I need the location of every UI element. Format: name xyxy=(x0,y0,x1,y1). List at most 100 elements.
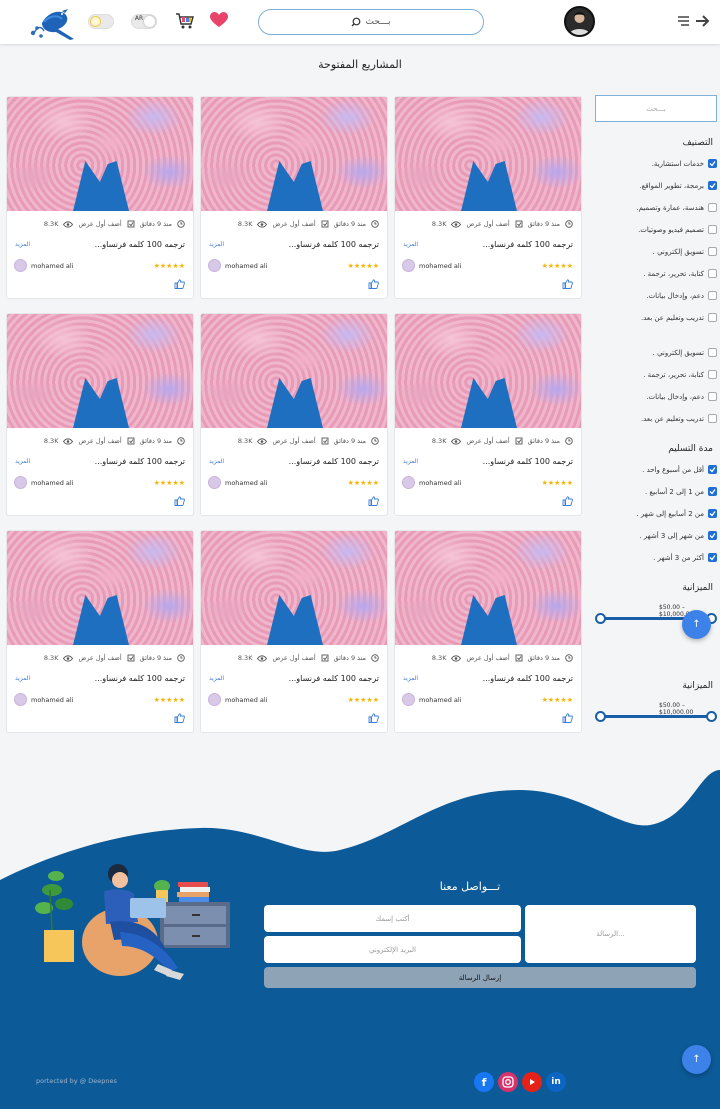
checkbox-box[interactable] xyxy=(708,553,717,562)
checkbox-box[interactable] xyxy=(708,531,717,540)
budget-min-handle[interactable] xyxy=(595,613,606,624)
project-owner[interactable]: mohamed ali xyxy=(14,693,74,706)
project-card[interactable]: منذ 9 دقائق أضف أول عرض 8.3K ترجمه 100 ك… xyxy=(6,530,194,733)
more-link[interactable]: المزيد xyxy=(403,458,418,465)
menu-icon[interactable] xyxy=(676,14,710,28)
user-avatar[interactable] xyxy=(564,6,595,37)
theme-toggle[interactable] xyxy=(88,14,114,29)
checkbox-box[interactable] xyxy=(708,225,717,234)
more-link[interactable]: المزيد xyxy=(15,675,30,682)
name-field[interactable]: أكتب إسمك xyxy=(264,905,521,932)
project-card[interactable]: منذ 9 دقائق أضف أول عرض 8.3K ترجمه 100 ك… xyxy=(6,96,194,299)
project-title[interactable]: ترجمه 100 كلمه فرنساو... xyxy=(483,674,573,683)
checkbox-box[interactable] xyxy=(708,159,717,168)
project-owner[interactable]: mohamed ali xyxy=(208,476,268,489)
more-link[interactable]: المزيد xyxy=(209,241,224,248)
filter-checkbox[interactable]: أكثر من 3 أشهر . xyxy=(653,553,717,562)
filter-checkbox[interactable]: تسويق إلكتروني . xyxy=(653,348,717,357)
more-link[interactable]: المزيد xyxy=(15,458,30,465)
more-link[interactable]: المزيد xyxy=(403,675,418,682)
filter-checkbox[interactable]: دعم، وإدخال بيانات. xyxy=(646,392,717,401)
checkbox-box[interactable] xyxy=(708,370,717,379)
bird-logo-icon[interactable] xyxy=(28,3,82,41)
filter-checkbox[interactable]: تصميم فيديو وصوتيات. xyxy=(638,225,717,234)
filter-checkbox[interactable]: من 1 إلى 2 أسابيع . xyxy=(645,487,717,496)
youtube-icon[interactable] xyxy=(522,1072,542,1092)
heart-icon[interactable] xyxy=(210,12,228,28)
instagram-icon[interactable] xyxy=(498,1072,518,1092)
project-owner[interactable]: mohamed ali xyxy=(14,259,74,272)
cart-icon[interactable] xyxy=(175,12,195,30)
checkbox-box[interactable] xyxy=(708,348,717,357)
budget-slider-2[interactable] xyxy=(595,711,717,722)
filter-checkbox[interactable]: من 2 أسابيع إلى شهر . xyxy=(636,509,717,518)
checkbox-box[interactable] xyxy=(708,509,717,518)
project-owner[interactable]: mohamed ali xyxy=(14,476,74,489)
thumbs-up-icon[interactable] xyxy=(174,496,185,506)
thumbs-up-icon[interactable] xyxy=(562,496,573,506)
thumbs-up-icon[interactable] xyxy=(562,279,573,289)
more-link[interactable]: المزيد xyxy=(15,241,30,248)
checkbox-box[interactable] xyxy=(708,247,717,256)
checkbox-box[interactable] xyxy=(708,203,717,212)
linkedin-icon[interactable]: in xyxy=(546,1072,566,1092)
filter-checkbox[interactable]: تدريب وتعليم عن بعد. xyxy=(641,313,717,322)
filter-checkbox[interactable]: أقل من أسبوع واحد . xyxy=(642,465,717,474)
project-title[interactable]: ترجمه 100 كلمه فرنساو... xyxy=(289,240,379,249)
budget-max-handle-2[interactable] xyxy=(706,711,717,722)
email-field[interactable]: البريد الإلكتروني xyxy=(264,936,521,963)
checkbox-box[interactable] xyxy=(708,487,717,496)
checkbox-box[interactable] xyxy=(708,181,717,190)
message-field[interactable]: الرسالة... xyxy=(525,905,696,963)
budget-min-handle-2[interactable] xyxy=(595,711,606,722)
project-title[interactable]: ترجمه 100 كلمه فرنساو... xyxy=(289,457,379,466)
project-card[interactable]: منذ 9 دقائق أضف أول عرض 8.3K ترجمه 100 ك… xyxy=(394,313,582,516)
project-card[interactable]: منذ 9 دقائق أضف أول عرض 8.3K ترجمه 100 ك… xyxy=(200,313,388,516)
project-card[interactable]: منذ 9 دقائق أضف أول عرض 8.3K ترجمه 100 ك… xyxy=(394,96,582,299)
project-card[interactable]: منذ 9 دقائق أضف أول عرض 8.3K ترجمه 100 ك… xyxy=(394,530,582,733)
checkbox-box[interactable] xyxy=(708,414,717,423)
filter-checkbox[interactable]: تسويق إلكتروني . xyxy=(653,247,717,256)
filter-checkbox[interactable]: تدريب وتعليم عن بعد. xyxy=(641,414,717,423)
sidebar-search-input[interactable]: بـــحث xyxy=(595,95,717,122)
more-link[interactable]: المزيد xyxy=(209,458,224,465)
thumbs-up-icon[interactable] xyxy=(368,713,379,723)
thumbs-up-icon[interactable] xyxy=(562,713,573,723)
project-card[interactable]: منذ 9 دقائق أضف أول عرض 8.3K ترجمه 100 ك… xyxy=(6,313,194,516)
filter-checkbox[interactable]: كتابة، تحرير، ترجمة . xyxy=(643,370,717,379)
filter-checkbox[interactable]: برمجة، تطوير المواقع. xyxy=(639,181,717,190)
thumbs-up-icon[interactable] xyxy=(368,279,379,289)
checkbox-box[interactable] xyxy=(708,465,717,474)
project-owner[interactable]: mohamed ali xyxy=(402,693,462,706)
project-owner[interactable]: mohamed ali xyxy=(208,693,268,706)
project-card[interactable]: منذ 9 دقائق أضف أول عرض 8.3K ترجمه 100 ك… xyxy=(200,96,388,299)
thumbs-up-icon[interactable] xyxy=(174,279,185,289)
project-title[interactable]: ترجمه 100 كلمه فرنساو... xyxy=(483,457,573,466)
checkbox-box[interactable] xyxy=(708,291,717,300)
checkbox-box[interactable] xyxy=(708,313,717,322)
scroll-top-button[interactable]: ↑ xyxy=(682,610,711,639)
thumbs-up-icon[interactable] xyxy=(368,496,379,506)
filter-checkbox[interactable]: خدمات استشارية. xyxy=(652,159,717,168)
project-title[interactable]: ترجمه 100 كلمه فرنساو... xyxy=(483,240,573,249)
project-title[interactable]: ترجمه 100 كلمه فرنساو... xyxy=(95,674,185,683)
send-message-button[interactable]: إرسال الرسالة xyxy=(264,967,696,988)
project-owner[interactable]: mohamed ali xyxy=(208,259,268,272)
more-link[interactable]: المزيد xyxy=(209,675,224,682)
thumbs-up-icon[interactable] xyxy=(174,713,185,723)
project-title[interactable]: ترجمه 100 كلمه فرنساو... xyxy=(289,674,379,683)
filter-checkbox[interactable]: دعم، وإدخال بيانات. xyxy=(646,291,717,300)
more-link[interactable]: المزيد xyxy=(403,241,418,248)
project-owner[interactable]: mohamed ali xyxy=(402,259,462,272)
filter-checkbox[interactable]: هندسة، عمارة وتصميم. xyxy=(636,203,717,212)
project-owner[interactable]: mohamed ali xyxy=(402,476,462,489)
project-title[interactable]: ترجمه 100 كلمه فرنساو... xyxy=(95,457,185,466)
scroll-top-button-footer[interactable]: ↑ xyxy=(682,1045,711,1074)
filter-checkbox[interactable]: من شهر إلى 3 أشهر . xyxy=(639,531,717,540)
filter-checkbox[interactable]: كتابة، تحرير، ترجمة . xyxy=(643,269,717,278)
facebook-icon[interactable]: f xyxy=(474,1072,494,1092)
checkbox-box[interactable] xyxy=(708,392,717,401)
project-title[interactable]: ترجمه 100 كلمه فرنساو... xyxy=(95,240,185,249)
project-card[interactable]: منذ 9 دقائق أضف أول عرض 8.3K ترجمه 100 ك… xyxy=(200,530,388,733)
checkbox-box[interactable] xyxy=(708,269,717,278)
